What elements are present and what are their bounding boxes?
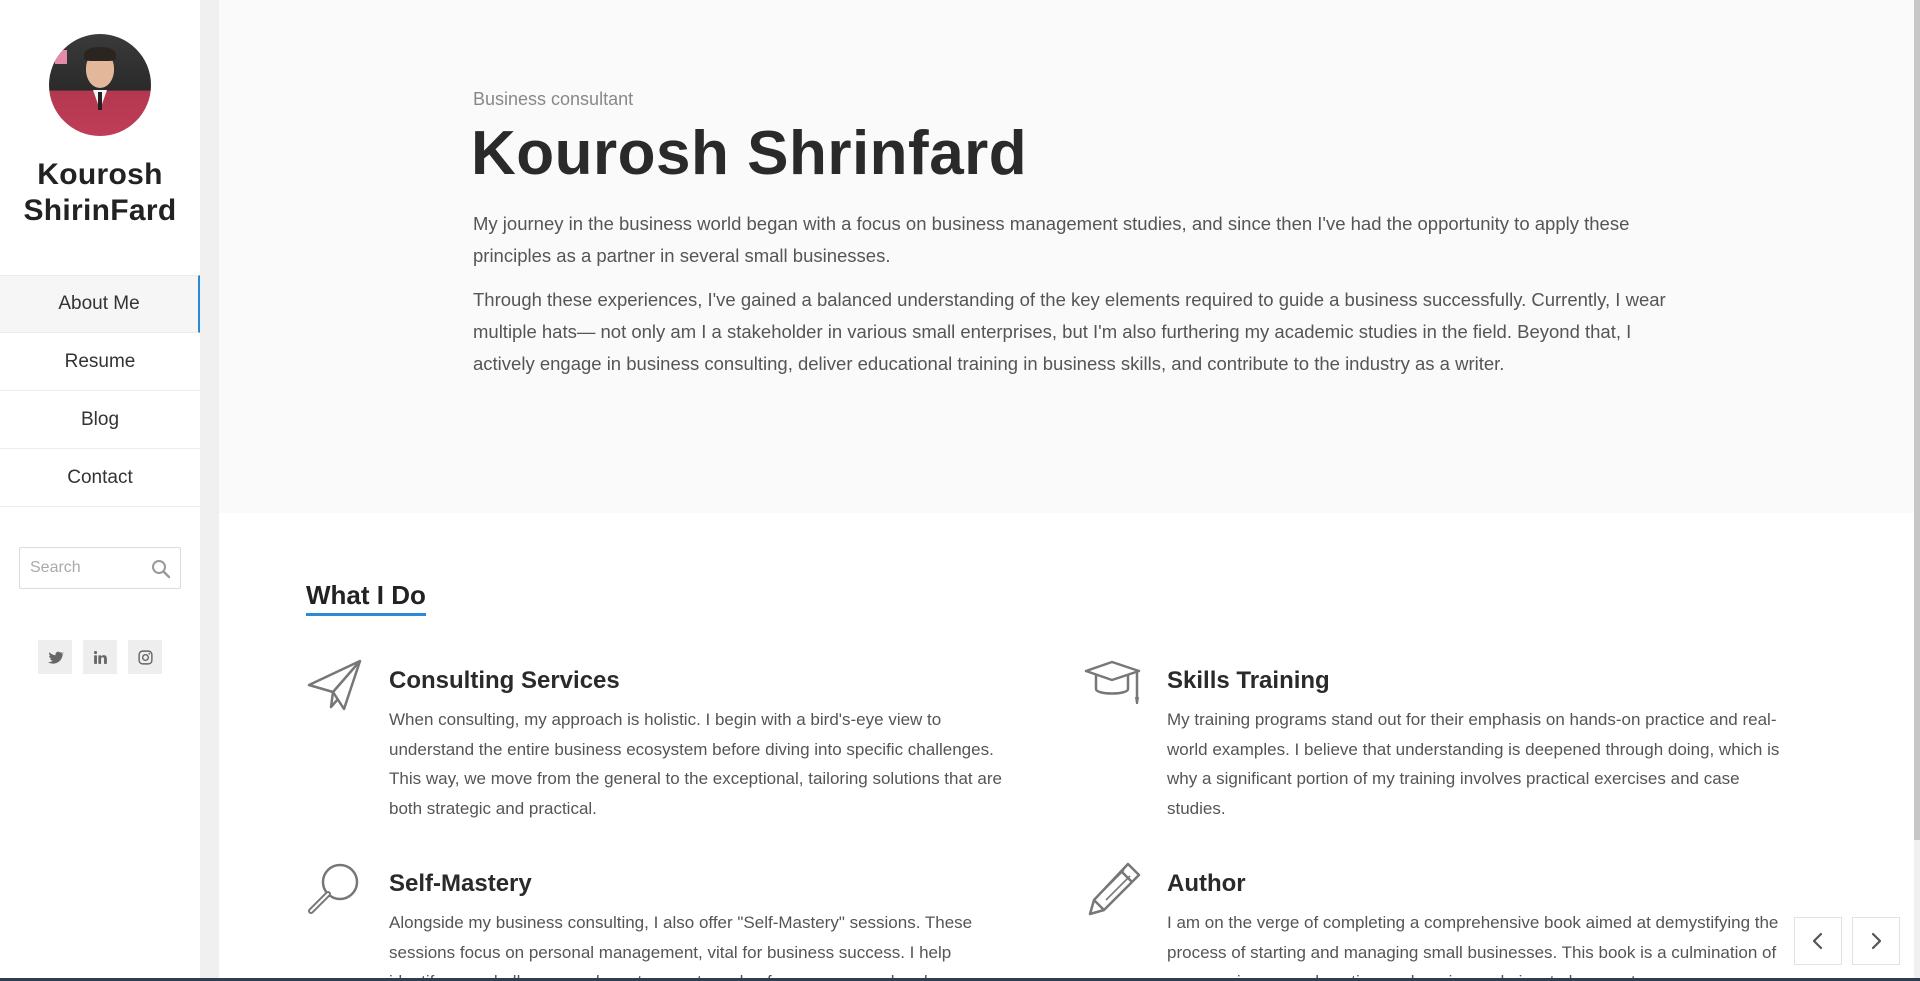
magnifier-icon [308,863,359,914]
search-icon[interactable] [151,559,171,579]
twitter-icon [47,651,64,664]
hero-paragraph: My journey in the business world began w… [473,213,1630,266]
pencil-icon [1088,862,1141,916]
linkedin-link[interactable] [83,640,117,674]
avatar-hair [84,47,116,61]
instagram-icon [137,649,153,665]
hero-paragraph: Through these experiences, I've gained a… [473,289,1666,374]
search-input[interactable] [20,548,140,588]
section-title: What I Do [306,580,426,616]
site-name-line2: ShirinFard [23,194,177,227]
sidebar: Kourosh ShirinFard About Me Resume Blog … [0,0,200,981]
nav-item-blog[interactable]: Blog [0,391,200,449]
chevron-right-icon [1871,932,1882,950]
main-nav: About Me Resume Blog Contact [0,275,200,507]
service-title: Self-Mastery [389,870,532,897]
nav-item-label: Contact [67,466,133,488]
nav-item-label: Blog [80,408,120,430]
site-name[interactable]: Kourosh ShirinFard [0,157,200,229]
service-title: Consulting Services [389,667,620,694]
site-name-line1: Kourosh [37,158,163,191]
next-page-button[interactable] [1852,917,1900,965]
service-text: I am on the verge of completing a compre… [1167,913,1779,981]
nav-item-label: Resume [64,350,136,372]
service-text: My training programs stand out for their… [1167,710,1780,818]
service-text: Alongside my business consulting, I also… [389,913,973,981]
chevron-left-icon [1812,932,1823,950]
service-text: When consulting, my approach is holistic… [389,710,1002,818]
social-links [38,640,162,674]
previous-page-button[interactable] [1794,917,1842,965]
service-title: Skills Training [1167,667,1330,694]
avatar-background-detail [55,50,67,64]
nav-item-about-me[interactable]: About Me [0,275,200,333]
paper-plane-icon [307,659,362,711]
graduation-cap-icon [1084,660,1141,704]
hero-title: Kourosh Shrinfard [471,119,1028,188]
twitter-link[interactable] [38,640,72,674]
hero-subtitle: Business consultant [473,89,634,109]
service-title: Author [1167,870,1246,897]
nav-item-contact[interactable]: Contact [0,449,200,507]
search-box [19,547,181,589]
hero-section: Business consultant Kourosh Shrinfard My… [219,0,1914,513]
scrollbar-thumb[interactable] [1914,0,1920,840]
nav-item-resume[interactable]: Resume [0,333,200,391]
main-content: Business consultant Kourosh Shrinfard My… [219,0,1914,981]
instagram-link[interactable] [128,640,162,674]
linkedin-icon [93,650,107,664]
avatar-tie [98,92,102,110]
avatar[interactable] [49,34,151,136]
nav-item-label: About Me [58,293,140,314]
